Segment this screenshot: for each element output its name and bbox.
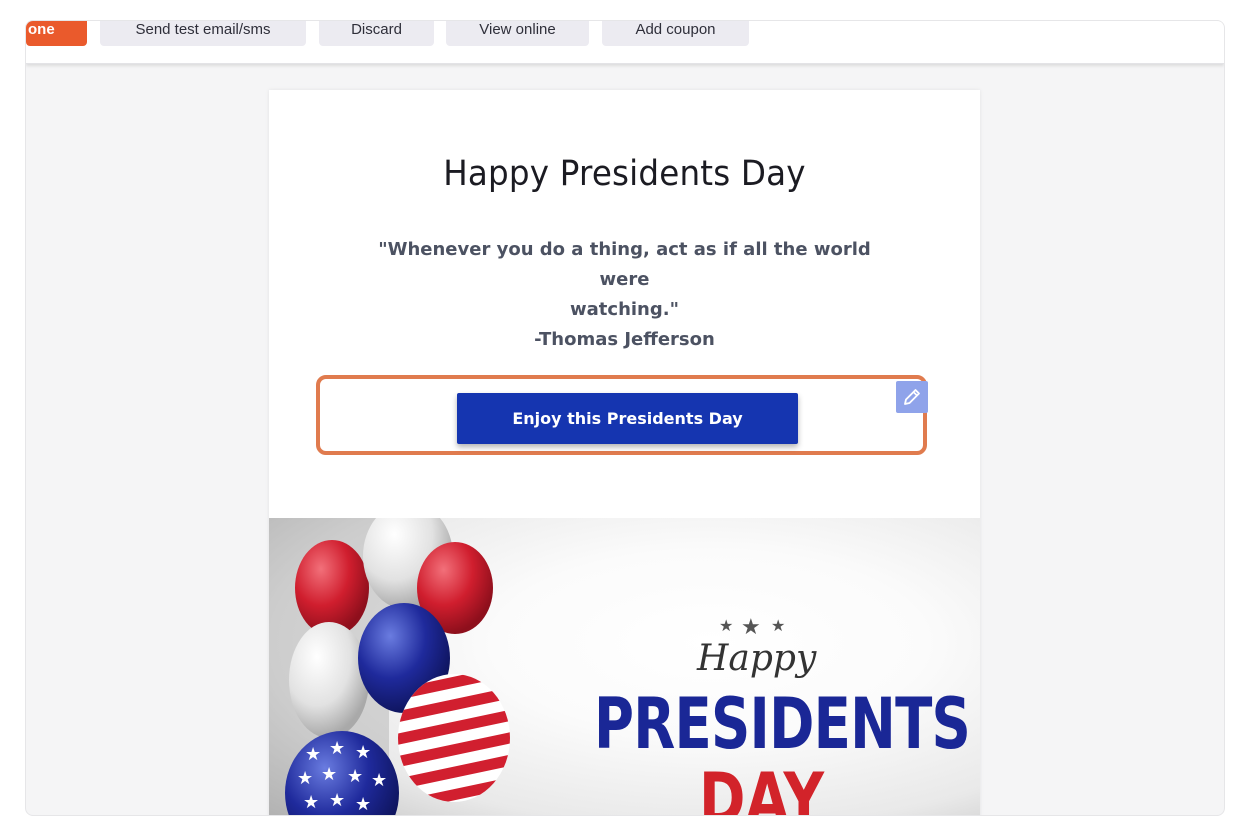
selected-button-block[interactable]: Enjoy this Presidents Day [316,375,928,455]
svg-text:★: ★ [371,770,387,791]
svg-text:★: ★ [355,742,371,763]
send-test-button[interactable]: Send test email/sms [100,21,306,46]
email-preview: Happy Presidents Day "Whenever you do a … [269,90,980,816]
email-title[interactable]: Happy Presidents Day [294,154,955,194]
svg-text:★: ★ [329,790,345,811]
pencil-icon [904,389,920,405]
banner-happy-text: Happy [697,638,817,679]
svg-text:★: ★ [719,616,733,635]
view-online-button[interactable]: View online [446,21,589,46]
presidents-day-banner[interactable]: ★ ★ ★ ★ ★ ★ ★ ★ ★ ★ ★ ★ ★ Happy PRESIDENTS DAY [269,518,980,816]
done-button[interactable]: one [26,21,87,46]
svg-text:★: ★ [771,616,785,635]
svg-text:★: ★ [305,744,321,765]
banner-presidents-text: PRESIDENTS [594,683,971,765]
discard-button[interactable]: Discard [319,21,434,46]
quote-line-2: watching." [570,299,679,320]
editor-frame: one Send test email/sms Discard View onl… [25,20,1225,816]
svg-text:★: ★ [321,764,337,785]
svg-text:★: ★ [355,794,371,815]
cta-button[interactable]: Enjoy this Presidents Day [457,393,798,444]
svg-text:★: ★ [347,766,363,787]
balloons-illustration: ★ ★ ★ ★ ★ ★ ★ ★ ★ ★ ★ ★ ★ [269,518,785,815]
add-coupon-button[interactable]: Add coupon [602,21,749,46]
quote-line-1: "Whenever you do a thing, act as if all … [378,239,871,290]
svg-text:★: ★ [303,792,319,813]
toolbar: one Send test email/sms Discard View onl… [26,21,1224,64]
banner-day-text: DAY [699,758,825,816]
svg-text:★: ★ [329,738,345,759]
svg-text:★: ★ [297,768,313,789]
edit-block-button[interactable] [896,381,928,413]
quote-author: -Thomas Jefferson [534,329,715,350]
svg-text:★: ★ [741,615,761,640]
email-quote[interactable]: "Whenever you do a thing, act as if all … [359,235,890,355]
stars-decoration: ★ ★ ★ [719,615,785,640]
